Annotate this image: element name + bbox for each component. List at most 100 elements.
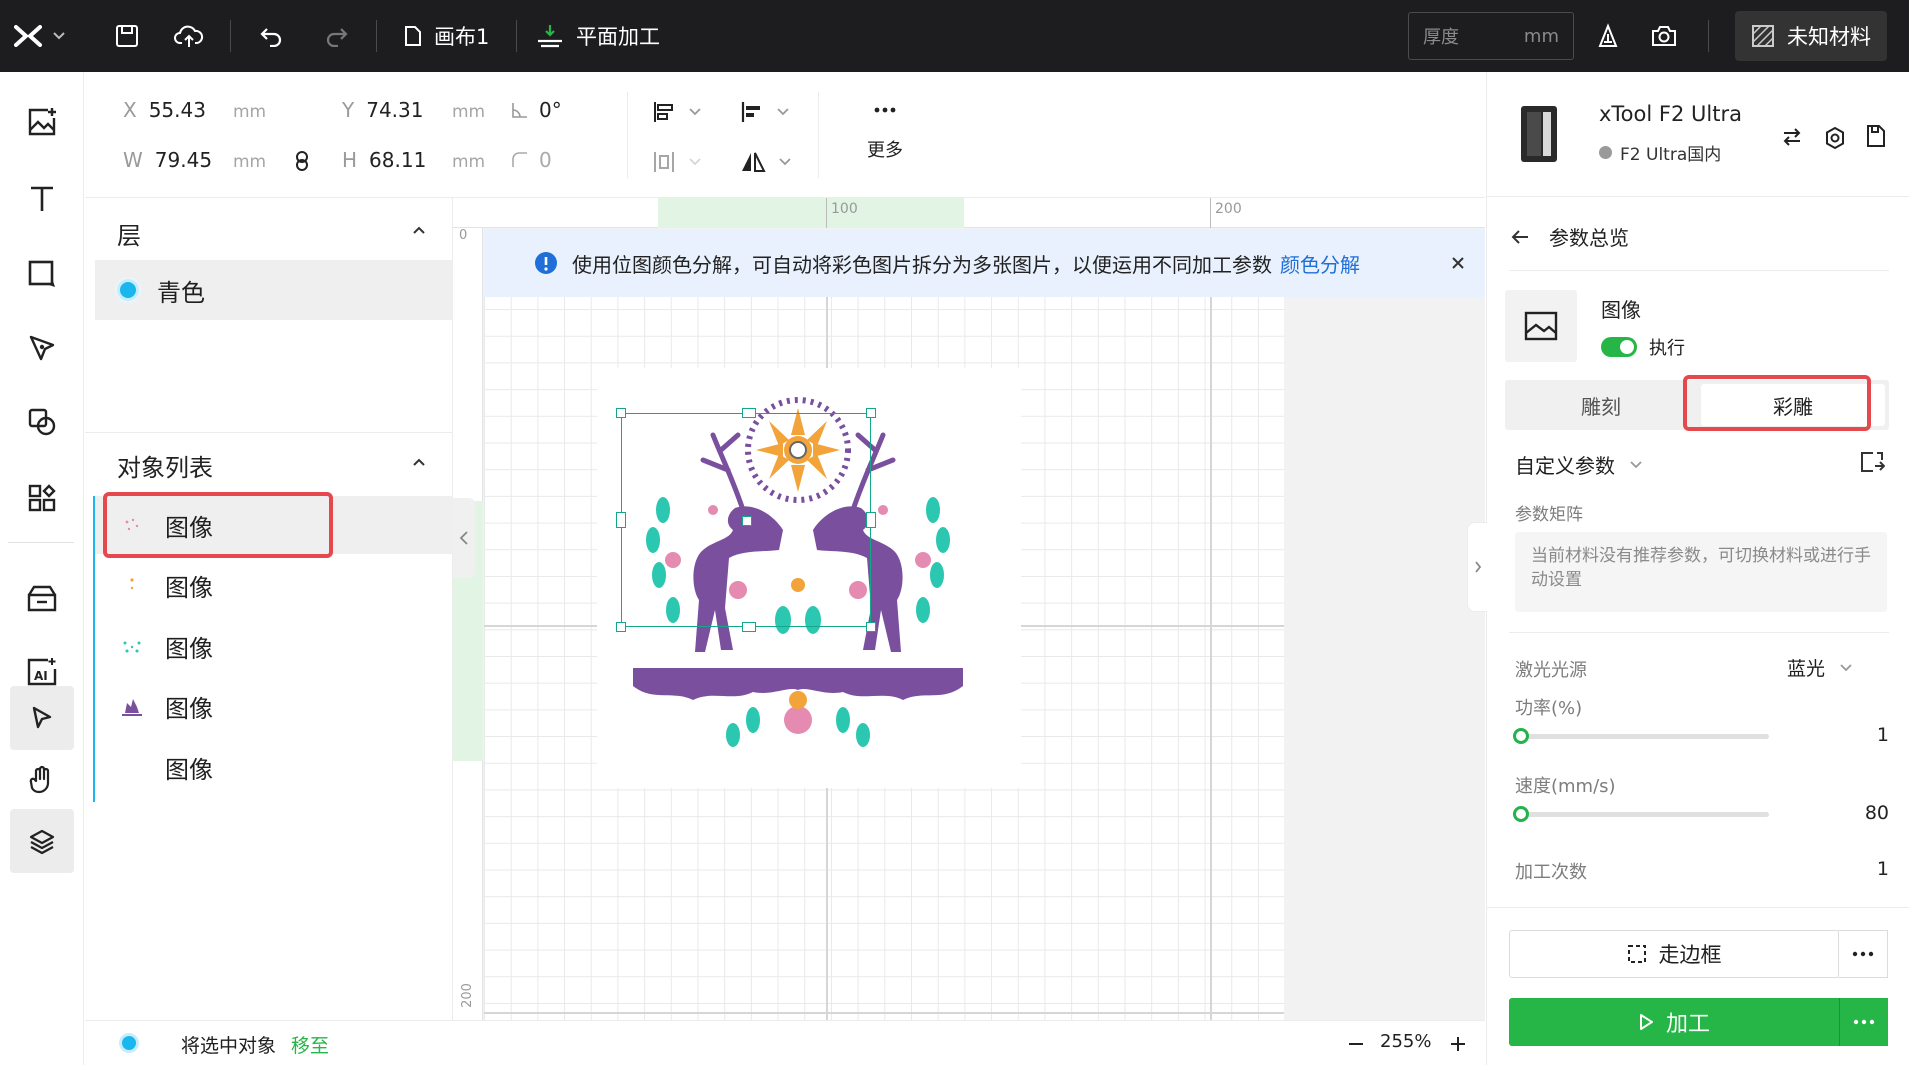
frame-label: 走边框 xyxy=(1658,943,1722,967)
app-menu-button[interactable] xyxy=(14,0,66,72)
resize-handle[interactable] xyxy=(616,512,626,528)
lock-ratio-button[interactable] xyxy=(294,150,310,176)
x-field[interactable]: X 55.43 xyxy=(123,98,206,122)
h-field[interactable]: H 68.11 xyxy=(342,148,426,172)
y-key: Y xyxy=(342,98,355,122)
resize-handle[interactable] xyxy=(616,622,626,632)
select-tool[interactable] xyxy=(10,686,74,750)
switch-device-icon[interactable] xyxy=(1781,126,1803,148)
resize-handle[interactable] xyxy=(616,408,626,418)
preset-selector[interactable]: 自定义参数 xyxy=(1515,450,1643,479)
thickness-input[interactable]: 厚度 mm xyxy=(1408,12,1574,60)
chevron-down-icon xyxy=(689,108,701,116)
save-button[interactable] xyxy=(114,0,140,72)
image-tool[interactable] xyxy=(10,90,74,154)
layer-item[interactable]: 青色 xyxy=(95,260,453,320)
camera-icon xyxy=(1652,26,1676,46)
processing-mode-button[interactable]: 平面加工 xyxy=(536,0,660,72)
more-icon xyxy=(1853,1019,1875,1025)
redo-button[interactable] xyxy=(324,0,350,72)
resize-handle[interactable] xyxy=(866,622,876,632)
camera-button[interactable] xyxy=(1650,0,1678,72)
collapse-left-panel-button[interactable] xyxy=(453,498,475,578)
device-region-label: F2 Ultra国内 xyxy=(1620,145,1722,165)
resize-handle[interactable] xyxy=(742,622,756,632)
cursor-icon xyxy=(32,706,52,729)
process-button[interactable]: 加工 xyxy=(1509,998,1839,1046)
speed-slider-track[interactable] xyxy=(1519,812,1769,817)
hand-tool[interactable] xyxy=(10,748,74,812)
corner-radius-field[interactable]: 0 xyxy=(511,148,552,172)
tab-engrave[interactable]: 雕刻 xyxy=(1505,380,1697,430)
align-button[interactable] xyxy=(652,100,702,124)
center-handle[interactable] xyxy=(742,516,752,526)
speed-slider-knob[interactable] xyxy=(1513,806,1529,822)
passes-label: 加工次数 xyxy=(1515,862,1587,883)
power-slider-track[interactable] xyxy=(1519,734,1769,739)
shape-tool[interactable] xyxy=(10,242,74,306)
object-item[interactable]: 图像 xyxy=(95,738,453,796)
material-library-tool[interactable] xyxy=(10,566,74,630)
apps-tool[interactable] xyxy=(10,466,74,530)
move-to-link[interactable]: 移至 xyxy=(291,1031,329,1058)
resize-handle[interactable] xyxy=(866,512,876,528)
collapse-layers-icon[interactable] xyxy=(411,222,427,238)
collapse-objects-icon[interactable] xyxy=(411,454,427,470)
undo-button[interactable] xyxy=(258,0,284,72)
execute-label: 执行 xyxy=(1649,338,1685,359)
elements-tool[interactable] xyxy=(10,390,74,454)
pen-tool[interactable] xyxy=(10,316,74,380)
flip-button[interactable] xyxy=(740,150,792,174)
text-tool[interactable] xyxy=(10,166,74,230)
object-item[interactable]: 图像 xyxy=(95,556,453,614)
cloud-upload-icon xyxy=(174,25,204,47)
object-item[interactable]: 图像 xyxy=(95,617,453,675)
material-selector[interactable]: 未知材料 xyxy=(1735,11,1887,61)
zoom-level[interactable]: 255% xyxy=(1380,1031,1431,1052)
distribute-button[interactable] xyxy=(652,150,702,174)
highlight-box xyxy=(1683,375,1871,431)
highlight-box xyxy=(103,492,333,558)
params-back-button[interactable]: 参数总览 xyxy=(1511,222,1629,251)
canvas-name-button[interactable]: 画布1 xyxy=(404,0,489,72)
more-button[interactable]: 更多 xyxy=(850,98,920,162)
rotation-field[interactable]: 0° xyxy=(511,98,562,122)
resize-handle[interactable] xyxy=(742,408,756,418)
canvas-area[interactable]: 100 200 0 200 使用位图颜色分解，可自动将彩色图片拆分为多张图片，以… xyxy=(453,198,1485,1020)
power-value[interactable]: 1 xyxy=(1849,724,1889,746)
ruler-left: 0 200 xyxy=(453,228,483,1020)
collapse-right-panel-button[interactable] xyxy=(1467,522,1487,612)
layers-tool[interactable] xyxy=(10,809,74,873)
ai-image-icon: AI xyxy=(27,658,57,686)
process-more-button[interactable] xyxy=(1839,998,1888,1046)
image-thumbnail-icon xyxy=(123,641,141,653)
more-icon xyxy=(874,107,896,113)
color-split-link[interactable]: 颜色分解 xyxy=(1280,249,1360,278)
power-slider-knob[interactable] xyxy=(1513,728,1529,744)
canvas-name: 画布1 xyxy=(434,25,490,49)
y-field[interactable]: Y 74.31 xyxy=(342,98,423,122)
redo-icon xyxy=(326,28,348,47)
speed-value[interactable]: 80 xyxy=(1829,802,1889,824)
frame-button[interactable]: 走边框 xyxy=(1509,930,1839,978)
frame-more-button[interactable] xyxy=(1838,930,1888,978)
laser-source-select[interactable]: 蓝光 xyxy=(1787,654,1853,681)
execute-toggle[interactable]: 执行 xyxy=(1601,334,1685,360)
resize-handle[interactable] xyxy=(866,408,876,418)
zoom-in-icon[interactable] xyxy=(1449,1035,1467,1053)
cloud-upload-button[interactable] xyxy=(174,0,204,72)
toggle-switch xyxy=(1601,337,1637,357)
w-field[interactable]: W 79.45 xyxy=(123,148,212,172)
close-icon[interactable] xyxy=(1450,255,1466,271)
passes-value[interactable]: 1 xyxy=(1849,858,1889,880)
document-icon[interactable] xyxy=(1865,124,1887,148)
image-thumbnail-icon xyxy=(122,699,142,716)
arrange-button[interactable] xyxy=(740,100,790,124)
save-preset-icon[interactable] xyxy=(1859,450,1885,474)
object-item[interactable]: 图像 xyxy=(95,677,453,735)
settings-icon[interactable] xyxy=(1823,126,1847,150)
text-icon xyxy=(31,186,53,211)
auto-measure-button[interactable] xyxy=(1594,0,1622,72)
objects-title: 对象列表 xyxy=(117,454,213,482)
zoom-out-icon[interactable] xyxy=(1347,1035,1365,1053)
